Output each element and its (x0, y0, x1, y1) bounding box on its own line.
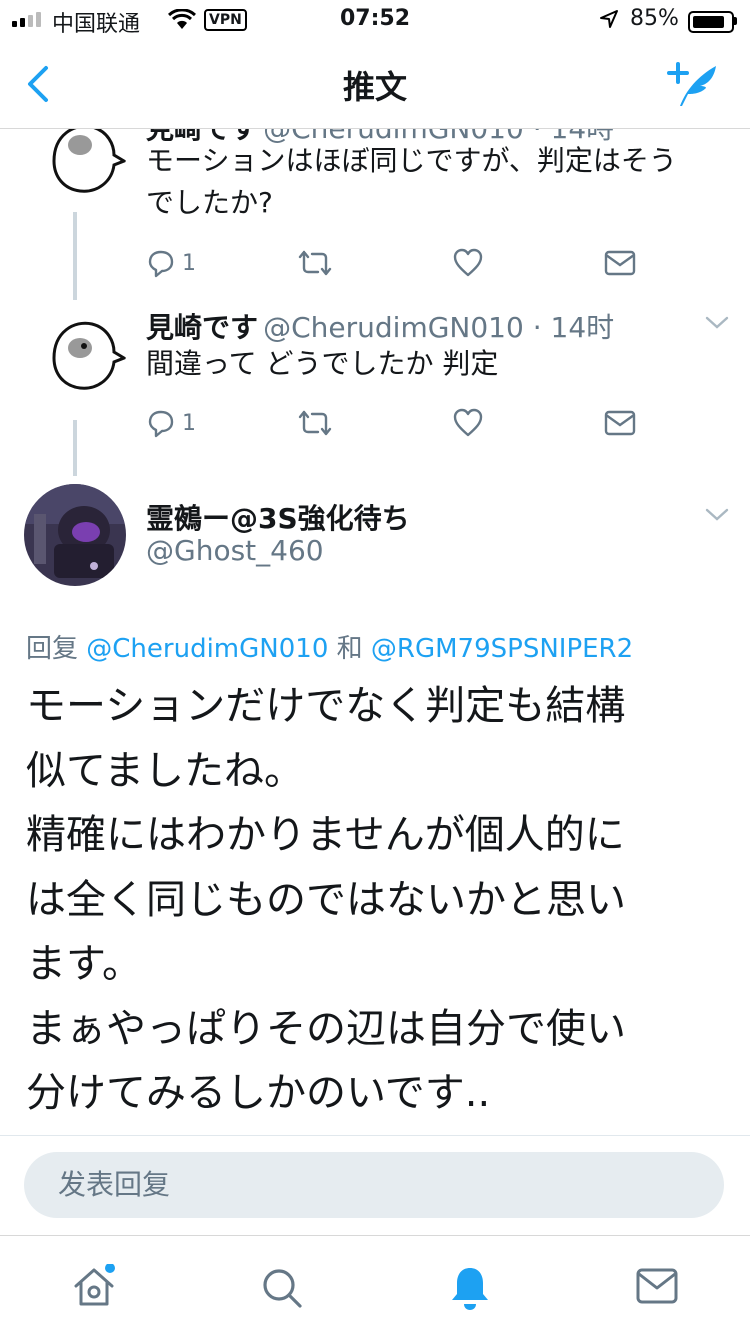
home-notification-dot (105, 1263, 115, 1273)
compose-tweet-button[interactable] (664, 60, 720, 114)
chevron-down-icon (705, 508, 729, 521)
reply-count: 1 (182, 250, 196, 276)
like-action[interactable] (452, 408, 484, 442)
avatar[interactable] (24, 484, 126, 586)
compose-tweet-icon (667, 62, 716, 106)
bird-avatar-icon (44, 129, 126, 197)
heart-icon (453, 408, 483, 437)
tweet-text-line: ます。 (26, 941, 142, 987)
tab-notifications[interactable] (448, 1264, 492, 1316)
retweet-action[interactable] (298, 408, 332, 442)
tweet-text-line: モーションはほぼ同じですが、判定はそう (146, 144, 677, 177)
reply-action[interactable]: 1 (146, 408, 196, 438)
thread-connector-line (73, 212, 77, 300)
battery-nub (734, 17, 737, 25)
envelope-icon (604, 250, 636, 276)
tweet-options-button[interactable] (704, 314, 730, 336)
direct-message-action[interactable] (604, 410, 636, 440)
tweet-actions: 1 (146, 408, 646, 440)
battery-percent: 85% (630, 6, 679, 31)
bird-avatar-icon (44, 312, 126, 394)
tweet-options-button[interactable] (704, 506, 730, 528)
notifications-bell-icon (452, 1268, 488, 1310)
reply-action[interactable]: 1 (146, 248, 196, 278)
retweet-action[interactable] (298, 248, 332, 282)
like-action[interactable] (452, 248, 484, 282)
user-handle[interactable]: @Ghost_460 (146, 534, 324, 567)
tweet-text-line: モーションだけでなく判定も結構 (26, 683, 626, 729)
search-icon (263, 1269, 302, 1308)
tweet-text: モーションはほぼ同じですが、判定はそう でしたか? (146, 140, 677, 224)
reply-input[interactable]: 发表回复 (24, 1152, 724, 1218)
envelope-icon (604, 410, 636, 436)
tweet-text-line: 似てましたね。 (26, 747, 304, 794)
tab-home[interactable] (72, 1263, 118, 1314)
tweet-text-line: 間違って どうでしたか 判定 (146, 347, 499, 380)
tweet-header: 見崎です @CherudimGN010 · 14时 (146, 306, 614, 346)
tweet-text: 間違って どうでしたか 判定 (146, 343, 498, 385)
thread-connector-line (73, 420, 77, 476)
tweet-text-line: 分けてみるしかのいです.. (26, 1070, 491, 1116)
tab-messages[interactable] (636, 1268, 678, 1308)
page-title: 推文 (342, 68, 407, 106)
avatar[interactable] (44, 312, 126, 394)
tab-search[interactable] (260, 1266, 304, 1314)
navigation-bar: 推文 (0, 42, 750, 129)
battery-icon (688, 11, 734, 33)
mention-link[interactable]: @RGM79SPSNIPER2 (371, 634, 633, 664)
replying-to-line: 回复 @CherudimGN010 和 @RGM79SPSNIPER2 (26, 628, 633, 665)
heart-icon (453, 248, 483, 277)
avatar[interactable] (44, 129, 126, 197)
mention-link[interactable]: @CherudimGN010 (86, 634, 328, 664)
tweet-text-line: は全く同じものではないかと思い (26, 876, 626, 923)
battery-level-fill (693, 16, 724, 28)
tweet-text-line: 精確にはわかりませんが個人的に (26, 812, 625, 858)
main-tweet-text: モーションだけでなく判定も結構 似てましたね。 精確にはわかりませんが個人的に … (26, 674, 626, 1126)
tweet-text-line: まぁやっぱりその辺は自分で使い (26, 1005, 626, 1052)
reply-prefix: 回复 (26, 634, 79, 664)
retweet-icon (298, 410, 332, 436)
reply-count: 1 (182, 410, 196, 436)
tweet-actions: 1 (146, 248, 646, 280)
reply-and: 和 (336, 634, 363, 664)
display-name[interactable]: 見崎です (146, 311, 258, 344)
retweet-icon (298, 250, 332, 276)
home-icon (74, 1263, 115, 1306)
tab-bar (0, 1235, 750, 1335)
tweet-text-line: でしたか? (146, 186, 273, 219)
direct-message-action[interactable] (604, 250, 636, 280)
robot-avatar-image (24, 484, 126, 586)
location-arrow-icon (598, 8, 620, 36)
chevron-down-icon (705, 316, 729, 329)
reply-icon (148, 410, 174, 438)
handle-time[interactable]: @CherudimGN010 · 14时 (263, 311, 614, 344)
display-name[interactable]: 霊鵺ー@3S強化待ち (146, 497, 410, 537)
reply-icon (148, 250, 174, 278)
status-bar: 中国联通 VPN 07:52 85% (0, 0, 750, 42)
messages-envelope-icon (636, 1268, 678, 1304)
